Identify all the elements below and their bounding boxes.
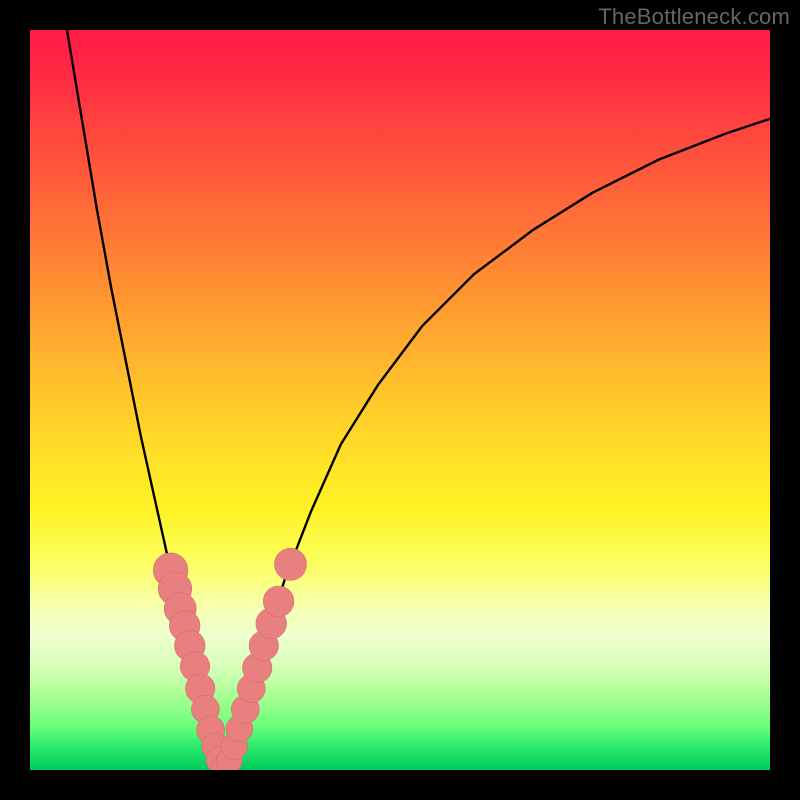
data-marker bbox=[263, 586, 294, 617]
curve-right-branch bbox=[222, 119, 770, 770]
watermark-text: TheBottleneck.com bbox=[598, 4, 790, 30]
chart-svg bbox=[30, 30, 770, 770]
plot-area bbox=[30, 30, 770, 770]
data-marker bbox=[275, 548, 307, 580]
chart-frame: TheBottleneck.com bbox=[0, 0, 800, 800]
